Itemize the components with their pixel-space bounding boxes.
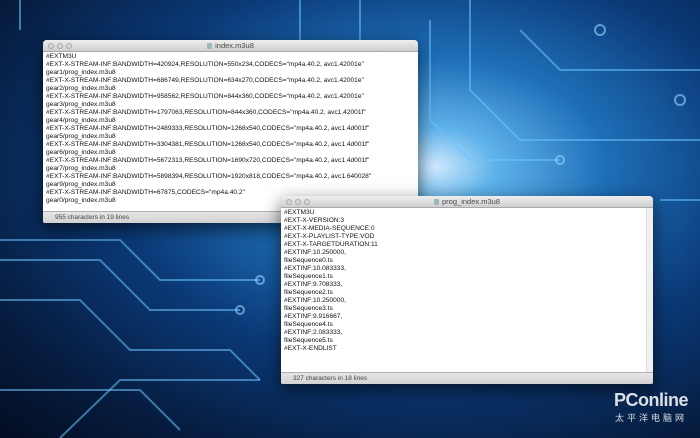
title-bar[interactable]: index.m3u8 <box>43 40 418 52</box>
text-line: gear3/prog_index.m3u8 <box>46 101 116 108</box>
close-button[interactable] <box>286 199 292 205</box>
text-line: #EXT-X-TARGETDURATION:11 <box>284 241 378 248</box>
text-line: #EXT-X-STREAM-INF:BANDWIDTH=5672313,RESO… <box>46 157 370 164</box>
title-bar[interactable]: prog_index.m3u8 <box>281 196 653 208</box>
text-line: #EXTM3U <box>284 209 315 216</box>
text-line: #EXT-X-STREAM-INF:BANDWIDTH=5898394,RESO… <box>46 173 372 180</box>
text-line: #EXT-X-PLAYLIST-TYPE:VOD <box>284 233 375 240</box>
text-line: gear6/prog_index.m3u8 <box>46 149 116 156</box>
document-icon <box>207 43 213 49</box>
watermark-brand: PConline <box>613 390 689 410</box>
text-line: #EXT-X-STREAM-INF:BANDWIDTH=1797063,RESO… <box>46 109 366 116</box>
watermark-logo: PConline 太平洋电脑网 <box>613 390 689 424</box>
zoom-button[interactable] <box>66 43 72 49</box>
text-line: fileSequence5.ts <box>284 337 333 344</box>
text-line: #EXT-X-STREAM-INF:BANDWIDTH=2489333,RESO… <box>46 125 370 132</box>
text-line: gear1/prog_index.m3u8 <box>46 69 116 76</box>
text-line: #EXTINF:10.250000, <box>284 297 346 304</box>
text-area[interactable]: #EXTM3U #EXT-X-VERSION:3 #EXT-X-MEDIA-SEQU… <box>281 208 653 354</box>
text-line: #EXT-X-STREAM-INF:BANDWIDTH=686749,RESOL… <box>46 77 364 84</box>
minimize-button[interactable] <box>295 199 301 205</box>
text-line: #EXT-X-VERSION:3 <box>284 217 345 224</box>
prog-index-m3u8-window: prog_index.m3u8 #EXTM3U #EXT-X-VERSION:3 #… <box>281 196 653 384</box>
text-line: #EXTINF:10.083333, <box>284 265 346 272</box>
watermark-subtitle: 太平洋电脑网 <box>614 413 687 423</box>
text-line: gear5/prog_index.m3u8 <box>46 133 116 140</box>
text-line: gear7/prog_index.m3u8 <box>46 165 116 172</box>
text-line: fileSequence1.ts <box>284 273 333 280</box>
minimize-button[interactable] <box>57 43 63 49</box>
document-icon <box>434 199 440 205</box>
text-line: #EXT-X-STREAM-INF:BANDWIDTH=420924,RESOL… <box>46 61 364 68</box>
scrollbar[interactable] <box>646 208 653 372</box>
text-line: #EXTINF:9.708333, <box>284 281 343 288</box>
text-line: gear9/prog_index.m3u8 <box>46 181 116 188</box>
text-line: #EXTINF:10.250000, <box>284 249 346 256</box>
window-title: prog_index.m3u8 <box>442 197 500 206</box>
text-line: fileSequence0.ts <box>284 257 333 264</box>
text-line: #EXTM3U <box>46 53 77 60</box>
text-area[interactable]: #EXTM3U #EXT-X-STREAM-INF:BANDWIDTH=42092… <box>43 52 418 206</box>
text-line: #EXT-X-STREAM-INF:BANDWIDTH=3304381,RESO… <box>46 141 370 148</box>
text-line: fileSequence2.ts <box>284 289 333 296</box>
text-line: fileSequence3.ts <box>284 305 333 312</box>
text-line: #EXTINF:9.916667, <box>284 313 343 320</box>
text-line: #EXT-X-ENDLIST <box>284 345 337 352</box>
text-line: gear4/prog_index.m3u8 <box>46 117 116 124</box>
window-title: index.m3u8 <box>215 41 254 50</box>
text-line: fileSequence4.ts <box>284 321 333 328</box>
zoom-button[interactable] <box>304 199 310 205</box>
text-line: #EXTINF:2.083333, <box>284 329 343 336</box>
text-line: #EXT-X-STREAM-INF:BANDWIDTH=958562,RESOL… <box>46 93 364 100</box>
text-line: #EXT-X-MEDIA-SEQUENCE:0 <box>284 225 375 232</box>
close-button[interactable] <box>48 43 54 49</box>
status-bar: 327 characters in 18 lines <box>281 372 653 384</box>
text-line: gear2/prog_index.m3u8 <box>46 85 116 92</box>
